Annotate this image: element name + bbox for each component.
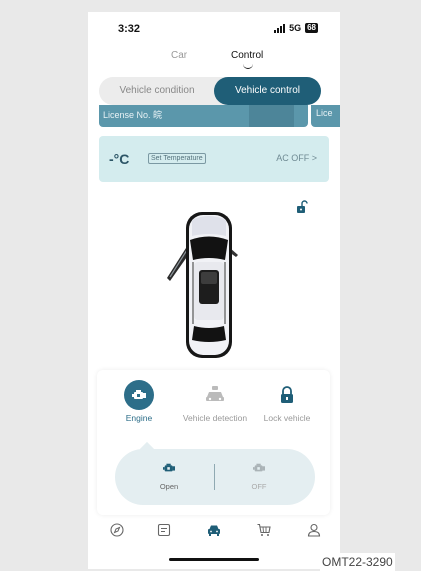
temperature-card[interactable]: -°C Set Temperature AC OFF > xyxy=(99,136,329,182)
vehicle-detection-control[interactable]: Vehicle detection xyxy=(180,380,250,423)
set-temperature-button[interactable]: Set Temperature xyxy=(148,153,206,164)
engine-off-label: OFF xyxy=(251,482,267,491)
tab-control[interactable]: Control xyxy=(231,50,263,61)
network-type: 5G xyxy=(289,23,302,33)
home-indicator xyxy=(169,558,259,561)
engine-icon xyxy=(124,380,154,410)
engine-control[interactable]: Engine xyxy=(104,380,174,423)
vehicle-detection-label: Vehicle detection xyxy=(182,413,248,423)
discover-icon[interactable] xyxy=(109,522,125,538)
vehicle-detection-icon xyxy=(200,380,230,410)
status-bar: 3:32 5G 68 xyxy=(88,12,340,44)
profile-icon[interactable] xyxy=(306,522,322,538)
lock-icon xyxy=(272,380,302,410)
engine-off-icon xyxy=(253,463,265,472)
tab-car[interactable]: Car xyxy=(171,50,187,61)
engine-on-icon xyxy=(163,463,175,472)
cart-icon[interactable] xyxy=(256,522,272,538)
license-banner[interactable]: License No. 皖 xyxy=(99,105,308,127)
battery-icon: 68 xyxy=(305,23,318,33)
top-tabs: Car Control xyxy=(88,50,340,74)
engine-off-button[interactable]: OFF xyxy=(229,461,289,491)
bottom-nav xyxy=(88,517,340,543)
tab-indicator xyxy=(243,64,253,69)
license-label-next: Lice xyxy=(316,108,333,118)
phone-screen: 3:32 5G 68 Car Control License No. 皖 Lic… xyxy=(88,12,340,569)
tab-vehicle-condition[interactable]: Vehicle condition xyxy=(99,77,215,105)
divider xyxy=(214,464,215,490)
license-label: License No. 皖 xyxy=(103,110,163,120)
segmented-control: Vehicle condition Vehicle control xyxy=(99,77,321,105)
ac-status[interactable]: AC OFF > xyxy=(276,153,317,163)
figure-code: OMT22-3290 xyxy=(320,553,395,571)
message-icon[interactable] xyxy=(156,522,172,538)
unlocked-icon xyxy=(297,200,308,213)
status-time: 3:32 xyxy=(118,23,141,35)
engine-open-label: Open xyxy=(159,482,179,491)
signal-icon xyxy=(274,23,286,33)
tab-vehicle-control[interactable]: Vehicle control xyxy=(214,77,321,105)
license-car-shadow xyxy=(249,105,294,127)
lock-vehicle-control[interactable]: Lock vehicle xyxy=(252,380,322,423)
temperature-value: -°C xyxy=(109,151,130,167)
engine-action-panel: Open OFF xyxy=(115,449,315,505)
engine-open-button[interactable]: Open xyxy=(139,461,199,491)
license-banner-next[interactable]: Lice xyxy=(311,105,340,127)
controls-panel: Engine Vehicle detection Lock vehicle Op… xyxy=(97,370,330,515)
status-indicators: 5G 68 xyxy=(274,23,318,33)
lock-vehicle-label: Lock vehicle xyxy=(263,413,311,423)
car-icon[interactable] xyxy=(206,522,222,538)
car-top-view-image xyxy=(167,212,238,358)
engine-label: Engine xyxy=(125,413,153,423)
